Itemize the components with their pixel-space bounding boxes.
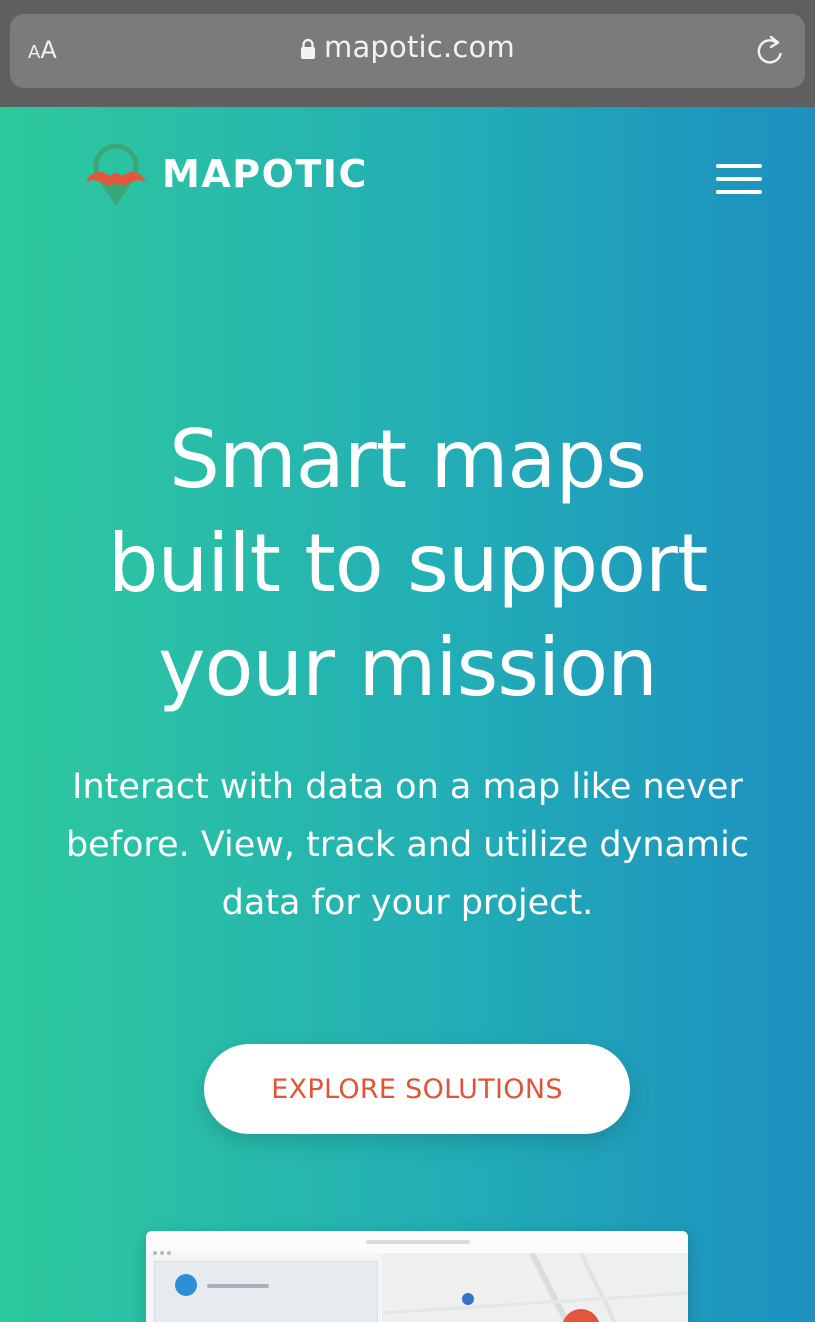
preview-map-roads — [381, 1251, 688, 1322]
hamburger-menu-icon[interactable] — [716, 164, 762, 194]
app-preview-image — [146, 1231, 688, 1322]
hero-subtitle-line: before. View, track and utilize dynamic — [65, 825, 750, 865]
page: AA mapotic.com MAPOTIC Smart maps built … — [0, 0, 815, 1322]
browser-toolbar: AA mapotic.com — [0, 0, 815, 107]
mapotic-logo-icon[interactable] — [80, 140, 152, 212]
lock-icon — [301, 38, 315, 59]
preview-window-dots — [153, 1240, 174, 1259]
hero-subtitle-line: data for your project. — [221, 883, 594, 923]
hero-title-line: built to support — [107, 517, 709, 610]
hero-title-line: your mission — [158, 621, 658, 714]
preview-robot-icon — [175, 1274, 197, 1296]
explore-solutions-button[interactable]: EXPLORE SOLUTIONS — [204, 1044, 630, 1134]
hero-title: Smart maps built to support your mission — [20, 408, 795, 720]
brand-name[interactable]: MAPOTIC — [162, 152, 368, 196]
text-size-small-label: A — [28, 42, 41, 63]
menu-line — [716, 190, 762, 194]
reload-icon[interactable] — [755, 34, 785, 66]
hero-subtitle-line: Interact with data on a map like never — [72, 767, 743, 807]
preview-map-area — [381, 1251, 688, 1322]
preview-url-bar — [366, 1240, 470, 1244]
menu-line — [716, 164, 762, 168]
url-text[interactable]: mapotic.com — [324, 30, 515, 64]
text-size-button[interactable]: AA — [28, 36, 57, 64]
preview-window-bar — [146, 1231, 688, 1255]
preview-sidebar-panel — [154, 1261, 378, 1322]
preview-panel-text — [207, 1284, 269, 1288]
text-size-large-label: A — [40, 36, 57, 64]
preview-map-pin-icon — [462, 1293, 474, 1305]
hero-subtitle: Interact with data on a map like never b… — [18, 758, 797, 932]
menu-line — [716, 177, 762, 181]
hero-title-line: Smart maps — [169, 413, 647, 506]
